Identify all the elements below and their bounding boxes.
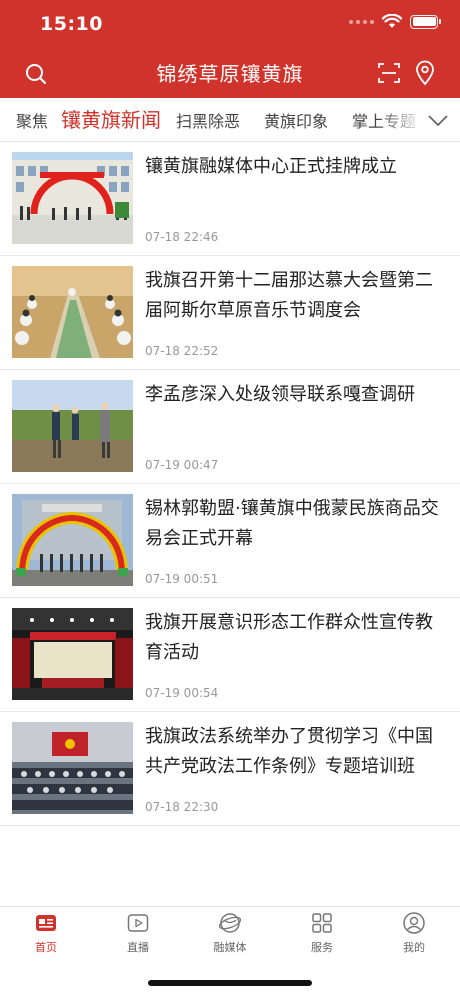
news-item[interactable]: 我旗开展意识形态工作群众性宣传教育活动 07-19 00:54 xyxy=(0,598,460,712)
news-item[interactable]: 李孟彦深入处级领导联系嘎查调研 07-19 00:47 xyxy=(0,370,460,484)
news-item[interactable]: 我旗政法系统举办了贯彻学习《中国共产党政法工作条例》专题培训班 07-18 22… xyxy=(0,712,460,826)
tab-focus[interactable]: 聚焦 xyxy=(16,108,48,132)
nav-live-label: 直播 xyxy=(127,941,149,954)
nav-profile-label: 我的 xyxy=(403,941,425,954)
play-icon xyxy=(126,911,150,935)
tab-huangqi-impression[interactable]: 黄旗印象 xyxy=(264,108,328,132)
nav-services[interactable]: 服务 xyxy=(276,911,368,955)
tab-special-topics[interactable]: 掌上专题 xyxy=(352,108,416,132)
battery-icon xyxy=(410,14,441,29)
news-home-icon xyxy=(34,911,58,935)
status-indicators xyxy=(349,14,441,29)
news-item[interactable]: 镶黄旗融媒体中心正式挂牌成立 07-18 22:46 xyxy=(0,142,460,256)
news-thumbnail xyxy=(12,722,133,814)
news-title: 我旗召开第十二届那达慕大会暨第二届阿斯尔草原音乐节调度会 xyxy=(145,270,433,321)
news-thumbnail xyxy=(12,494,133,586)
category-tabs: 聚焦 镶黄旗新闻 扫黑除恶 黄旗印象 掌上专题 xyxy=(0,98,460,142)
nav-live[interactable]: 直播 xyxy=(92,911,184,955)
globe-icon xyxy=(218,911,242,935)
nav-media-label: 融媒体 xyxy=(213,941,247,954)
news-thumbnail xyxy=(12,152,133,244)
nav-home[interactable]: 首页 xyxy=(0,911,92,955)
news-title: 李孟彦深入处级领导联系嘎查调研 xyxy=(145,384,415,405)
chevron-down-icon[interactable] xyxy=(426,108,450,132)
status-time: 15:10 xyxy=(40,13,103,35)
news-title: 镶黄旗融媒体中心正式挂牌成立 xyxy=(145,156,397,177)
tab-xianghuangqi-news[interactable]: 镶黄旗新闻 xyxy=(61,104,161,133)
news-list: 镶黄旗融媒体中心正式挂牌成立 07-18 22:46 我旗召开第十二届那达慕大会… xyxy=(0,142,460,826)
nav-home-label: 首页 xyxy=(35,941,57,954)
news-title: 我旗开展意识形态工作群众性宣传教育活动 xyxy=(145,612,433,663)
user-icon xyxy=(402,911,426,935)
news-time: 07-18 22:52 xyxy=(145,344,219,358)
nav-media[interactable]: 融媒体 xyxy=(184,911,276,955)
news-time: 07-19 00:54 xyxy=(145,686,219,700)
news-time: 07-19 00:51 xyxy=(145,572,219,586)
news-thumbnail xyxy=(12,266,133,358)
news-time: 07-18 22:46 xyxy=(145,230,219,244)
signal-icon xyxy=(349,19,374,24)
news-time: 07-19 00:47 xyxy=(145,458,219,472)
news-time: 07-18 22:30 xyxy=(145,800,219,814)
news-title: 我旗政法系统举办了贯彻学习《中国共产党政法工作条例》专题培训班 xyxy=(145,726,433,777)
app-header: 15:10 锦绣草原镶黄旗 xyxy=(0,0,460,98)
news-item[interactable]: 锡林郭勒盟·镶黄旗中俄蒙民族商品交易会正式开幕 07-19 00:51 xyxy=(0,484,460,598)
home-indicator[interactable] xyxy=(148,980,312,986)
news-thumbnail xyxy=(12,380,133,472)
location-pin-icon[interactable] xyxy=(414,60,436,86)
nav-services-label: 服务 xyxy=(311,941,333,954)
news-item[interactable]: 我旗召开第十二届那达慕大会暨第二届阿斯尔草原音乐节调度会 07-18 22:52 xyxy=(0,256,460,370)
wifi-icon xyxy=(382,14,402,29)
nav-profile[interactable]: 我的 xyxy=(368,911,460,955)
news-thumbnail xyxy=(12,608,133,700)
news-title: 锡林郭勒盟·镶黄旗中俄蒙民族商品交易会正式开幕 xyxy=(145,498,439,549)
grid-icon xyxy=(310,911,334,935)
search-icon[interactable] xyxy=(24,62,48,86)
scan-icon[interactable] xyxy=(378,62,400,84)
tab-anti-crime[interactable]: 扫黑除恶 xyxy=(176,108,240,132)
